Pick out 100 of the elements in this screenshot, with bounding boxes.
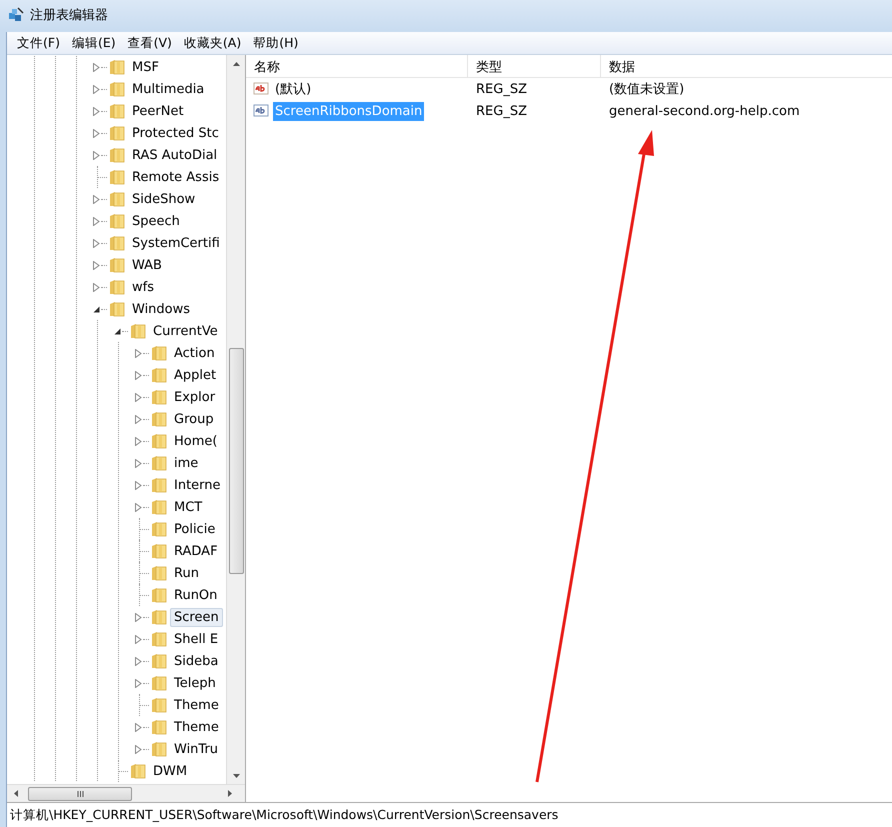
- scroll-up-icon[interactable]: [232, 62, 240, 66]
- expand-arrow-icon[interactable]: [135, 392, 142, 402]
- expand-arrow-icon[interactable]: [135, 656, 142, 666]
- folder-icon: [129, 322, 147, 340]
- menu-item[interactable]: 查看(V): [122, 34, 178, 52]
- tree-item[interactable]: Remote Assis: [128, 168, 224, 186]
- column-header[interactable]: 名称: [246, 55, 468, 77]
- tree-item[interactable]: ime: [170, 454, 202, 472]
- folder-icon: [108, 102, 126, 120]
- table-cell-text: REG_SZ: [475, 82, 528, 96]
- tree-item[interactable]: Multimedia: [128, 80, 208, 98]
- folder-icon: [150, 608, 168, 626]
- tree-item[interactable]: Speech: [128, 212, 184, 230]
- column-header[interactable]: 类型: [468, 55, 601, 77]
- expand-arrow-icon[interactable]: [135, 634, 142, 644]
- tree-item[interactable]: wfs: [128, 278, 158, 296]
- string-value-icon: [253, 81, 271, 97]
- tree-item[interactable]: Protected Stc: [128, 124, 223, 142]
- folder-icon: [108, 168, 126, 186]
- expand-arrow-icon[interactable]: [135, 612, 142, 622]
- expand-arrow-icon[interactable]: [135, 502, 142, 512]
- tree-item[interactable]: Interne: [170, 476, 225, 494]
- scroll-left-icon[interactable]: [14, 790, 18, 797]
- menu-item[interactable]: 文件(F): [11, 34, 66, 52]
- folder-icon: [150, 542, 168, 560]
- expand-arrow-icon[interactable]: [93, 216, 100, 226]
- folder-icon: [150, 410, 168, 428]
- tree-item[interactable]: Home(: [170, 432, 222, 450]
- collapse-arrow-icon[interactable]: [114, 328, 121, 334]
- menu-item[interactable]: 帮助(H): [247, 34, 304, 52]
- expand-arrow-icon[interactable]: [135, 480, 142, 490]
- tree-item[interactable]: Shell E: [170, 630, 222, 648]
- tree-item[interactable]: Teleph: [170, 674, 220, 692]
- menu-item[interactable]: 编辑(E): [66, 34, 122, 52]
- tree-item[interactable]: Action: [170, 344, 219, 362]
- expand-arrow-icon[interactable]: [135, 458, 142, 468]
- expand-arrow-icon[interactable]: [93, 282, 100, 292]
- tree-item[interactable]: MSF: [128, 58, 163, 76]
- tree-item[interactable]: Screen: [170, 608, 223, 626]
- tree-item[interactable]: Policie: [170, 520, 220, 538]
- folder-icon: [108, 190, 126, 208]
- expand-arrow-icon[interactable]: [135, 436, 142, 446]
- expand-arrow-icon[interactable]: [93, 260, 100, 270]
- collapse-arrow-icon[interactable]: [93, 306, 100, 312]
- table-cell-text: REG_SZ: [475, 104, 528, 118]
- folder-icon: [108, 124, 126, 142]
- expand-arrow-icon[interactable]: [93, 106, 100, 116]
- expand-arrow-icon[interactable]: [93, 194, 100, 204]
- expand-arrow-icon[interactable]: [93, 150, 100, 160]
- folder-icon: [150, 586, 168, 604]
- expand-arrow-icon[interactable]: [93, 62, 100, 72]
- scroll-thumb[interactable]: [28, 786, 132, 800]
- expand-arrow-icon[interactable]: [93, 128, 100, 138]
- folder-icon: [150, 432, 168, 450]
- folder-icon: [108, 80, 126, 98]
- tree-item[interactable]: PeerNet: [128, 102, 188, 120]
- tree-item[interactable]: Theme: [170, 718, 223, 736]
- folder-icon: [150, 454, 168, 472]
- tree-item[interactable]: Windows: [128, 300, 194, 318]
- tree-item[interactable]: Explor: [170, 388, 220, 406]
- tree-item[interactable]: Group: [170, 410, 218, 428]
- tree-item[interactable]: MCT: [170, 498, 206, 516]
- expand-arrow-icon[interactable]: [135, 348, 142, 358]
- folder-icon: [150, 652, 168, 670]
- tree-item[interactable]: DWM: [149, 762, 192, 780]
- folder-icon: [150, 388, 168, 406]
- scroll-thumb[interactable]: [228, 348, 244, 574]
- tree-item[interactable]: RADAF: [170, 542, 222, 560]
- horizontal-scrollbar[interactable]: [7, 784, 245, 802]
- scroll-right-icon[interactable]: [228, 790, 232, 797]
- expand-arrow-icon[interactable]: [135, 678, 142, 688]
- column-header[interactable]: 数据: [601, 55, 892, 77]
- expand-arrow-icon[interactable]: [135, 414, 142, 424]
- expand-arrow-icon[interactable]: [93, 238, 100, 248]
- tree-item[interactable]: SideShow: [128, 190, 200, 208]
- scroll-down-icon[interactable]: [232, 774, 240, 778]
- tree-item[interactable]: WAB: [128, 256, 166, 274]
- expand-arrow-icon[interactable]: [93, 84, 100, 94]
- tree-item[interactable]: Theme: [170, 696, 223, 714]
- tree-item[interactable]: SystemCertifi: [128, 234, 224, 252]
- value-name[interactable]: (默认): [273, 78, 314, 100]
- tree-item[interactable]: Sideba: [170, 652, 222, 670]
- folder-icon: [150, 366, 168, 384]
- menu-item[interactable]: 收藏夹(A): [178, 34, 248, 52]
- tree-item[interactable]: Run: [170, 564, 203, 582]
- expand-arrow-icon[interactable]: [135, 722, 142, 732]
- expand-arrow-icon[interactable]: [135, 370, 142, 380]
- folder-icon: [150, 520, 168, 538]
- tree-item[interactable]: CurrentVe: [149, 322, 222, 340]
- tree-item[interactable]: WinTru: [170, 740, 222, 758]
- tree-item[interactable]: Applet: [170, 366, 220, 384]
- vertical-scrollbar[interactable]: [226, 55, 245, 784]
- registry-cubes-icon: [8, 7, 24, 23]
- folder-icon: [150, 718, 168, 736]
- tree-item[interactable]: RAS AutoDial: [128, 146, 222, 164]
- tree-item[interactable]: RunOn: [170, 586, 222, 604]
- folder-icon: [108, 300, 126, 318]
- folder-icon: [108, 146, 126, 164]
- expand-arrow-icon[interactable]: [135, 744, 142, 754]
- folder-icon: [150, 476, 168, 494]
